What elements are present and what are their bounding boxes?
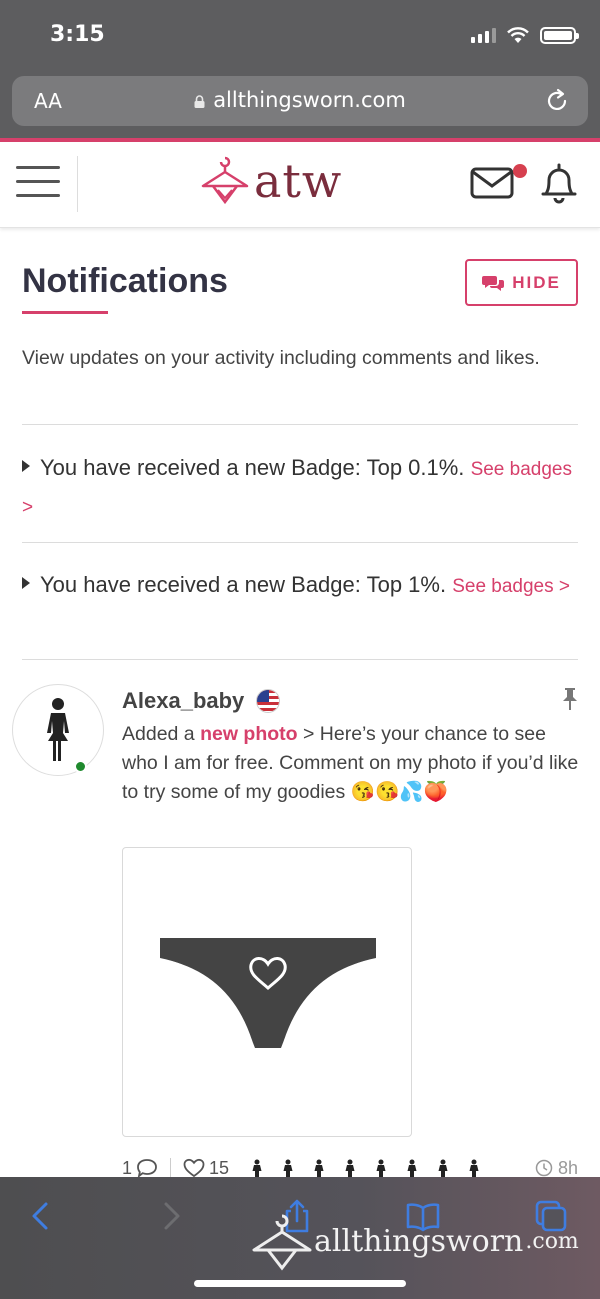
address-bar[interactable]: AA allthingsworn.com: [12, 76, 588, 126]
battery-icon: [540, 26, 579, 44]
avatar[interactable]: [12, 684, 104, 776]
divider: [22, 424, 578, 425]
liker-avatar-icon: [252, 1159, 262, 1177]
site-header: atw: [0, 142, 600, 228]
stat-separator: [170, 1158, 172, 1178]
browser-chrome: 3:15 AA allthingsworn.com: [0, 0, 600, 140]
liker-avatar-icon: [345, 1159, 355, 1177]
logo-text: atw: [254, 154, 343, 208]
liker-avatar-icon: [407, 1159, 417, 1177]
like-count: 15: [209, 1157, 230, 1178]
url-text: allthingsworn.com: [213, 88, 406, 112]
comment-count: 1: [122, 1157, 133, 1178]
time-ago-text: 8h: [557, 1157, 578, 1178]
likes-stat[interactable]: 15: [183, 1158, 229, 1179]
status-time: 3:15: [50, 22, 105, 47]
status-icons: [471, 26, 579, 44]
back-icon[interactable]: [24, 1199, 58, 1233]
watermark: allthingsworn .com: [250, 1210, 579, 1272]
us-flag-icon: [256, 689, 281, 713]
comments-stat[interactable]: 1: [122, 1158, 158, 1179]
intro-text: View updates on your activity including …: [22, 347, 540, 369]
post-action-prefix: Added a: [122, 723, 195, 745]
caret-right-icon: [22, 577, 30, 589]
notification-text: You have received a new Badge: Top 1%.: [40, 572, 447, 597]
cellular-signal-icon: [471, 27, 496, 43]
hanger-watermark-icon: [252, 1214, 312, 1271]
watermark-brand: allthingsworn: [314, 1223, 524, 1259]
divider: [22, 542, 578, 543]
site-logo[interactable]: atw: [200, 154, 342, 208]
notification-text: You have received a new Badge: Top 0.1%.: [40, 455, 465, 480]
forward-icon[interactable]: [154, 1199, 188, 1233]
comment-icon: [137, 1159, 157, 1178]
url-display[interactable]: allthingsworn.com: [12, 88, 588, 112]
likers-list[interactable]: [249, 1159, 482, 1177]
bell-icon[interactable]: [540, 162, 578, 204]
lock-icon: [194, 95, 205, 108]
title-underline: [22, 311, 108, 314]
notification-item: You have received a new Badge: Top 1%. S…: [22, 567, 578, 605]
status-bar: 3:15: [0, 0, 600, 70]
post-author[interactable]: Alexa_baby: [122, 688, 281, 714]
notification-item: You have received a new Badge: Top 0.1%.…: [22, 450, 578, 526]
see-badges-link[interactable]: See badges >: [452, 576, 570, 597]
liker-avatar-icon: [469, 1159, 479, 1177]
panties-icon: [160, 938, 376, 1048]
mail-icon[interactable]: [470, 166, 514, 200]
wifi-icon: [507, 27, 529, 43]
post-time: 8h: [535, 1158, 578, 1179]
home-indicator[interactable]: [194, 1280, 406, 1287]
woman-silhouette-icon: [47, 698, 69, 761]
hanger-logo-icon: [201, 156, 249, 205]
liker-avatar-icon: [283, 1159, 293, 1177]
pin-icon[interactable]: [562, 687, 578, 711]
chat-bubbles-icon: [482, 275, 505, 291]
hide-button-label: HIDE: [512, 272, 561, 292]
clock-icon: [535, 1159, 553, 1177]
heart-icon: [183, 1158, 205, 1178]
page-title: Notifications: [22, 262, 228, 300]
header-divider: [77, 156, 78, 212]
liker-avatar-icon: [438, 1159, 448, 1177]
liker-avatar-icon: [376, 1159, 386, 1177]
divider: [22, 659, 578, 660]
post-photo[interactable]: [122, 847, 412, 1137]
username: Alexa_baby: [122, 688, 245, 713]
caret-right-icon: [22, 460, 30, 472]
new-photo-link[interactable]: new photo: [200, 723, 297, 745]
post-text: Added a new photo > Here’s your chance t…: [122, 720, 584, 807]
watermark-tld: .com: [525, 1228, 579, 1254]
menu-icon[interactable]: [16, 166, 60, 200]
liker-avatar-icon: [314, 1159, 324, 1177]
unread-dot: [513, 164, 527, 178]
hide-button[interactable]: HIDE: [465, 259, 578, 306]
reload-icon[interactable]: [544, 88, 570, 114]
online-status-dot: [74, 760, 87, 773]
